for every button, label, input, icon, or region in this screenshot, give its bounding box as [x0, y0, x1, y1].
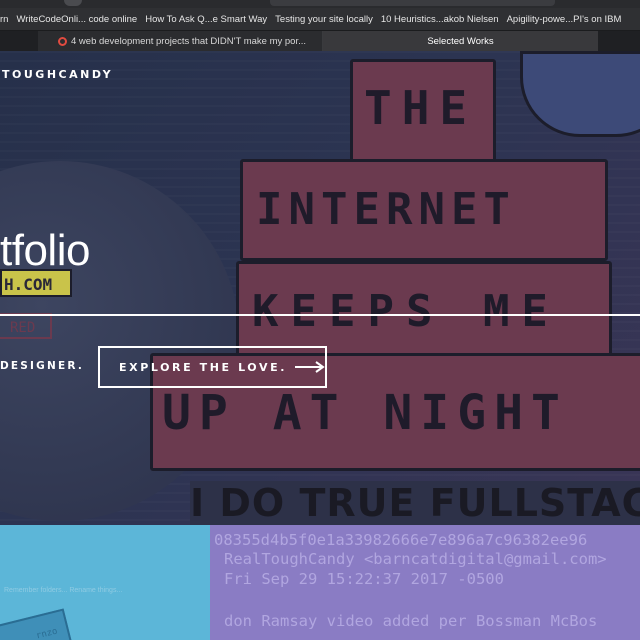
commit-hash: 08355d4b5f0e1a33982666e7e896a7c96382ee96 — [214, 531, 588, 549]
tile-caption: Remember folders... Rename things... — [4, 587, 123, 594]
commit-message: don Ramsay video added per Bossman McBos — [224, 612, 598, 630]
tab-title: Selected Works — [427, 35, 494, 47]
bookmark-item[interactable]: WriteCodeOnli... code online — [16, 14, 145, 25]
tab-selected-works[interactable]: Selected Works — [323, 31, 598, 51]
address-bar[interactable] — [270, 0, 555, 6]
sticker-text-the: THE — [364, 81, 478, 135]
sticker-text-internet: INTERNET — [256, 184, 516, 235]
red-sticker: RED — [0, 313, 52, 339]
tab-web-dev-projects[interactable]: 4 web development projects that DIDN'T m… — [38, 31, 323, 51]
commit-author: RealToughCandy <barncatdigital@gmail.com… — [224, 550, 607, 568]
bookmark-item[interactable]: Apigility-powe...PI's on IBM — [507, 14, 630, 25]
hero-subtitle: DESIGNER. — [0, 360, 85, 372]
hero-section: THE INTERNET KEEPS ME UP AT NIGHT H.COM … — [0, 51, 640, 525]
explore-button-label: EXPLORE THE LOVE. — [119, 360, 287, 374]
fullstack-banner-sticker: I DO TRUE FULLSTACK — [190, 481, 640, 525]
arrow-right-icon — [294, 361, 325, 373]
browser-toolbar — [0, 0, 640, 8]
sticker-text-night: UP AT NIGHT — [162, 385, 568, 441]
youtube-favicon-icon — [58, 36, 67, 46]
explore-button[interactable]: EXPLORE THE LOVE. — [98, 346, 327, 388]
site-brand-logo[interactable]: TOUGHCANDY — [2, 68, 113, 81]
bookmarks-bar: rn WriteCodeOnli... code online How To A… — [0, 8, 640, 31]
sticker-text-keeps: KEEPS ME — [252, 286, 560, 337]
toolbar-button[interactable] — [64, 0, 82, 6]
tab-title: 4 web development projects that DIDN'T m… — [71, 35, 307, 47]
page-title: tfolio — [0, 226, 90, 275]
bookmark-item[interactable]: rn — [0, 14, 16, 25]
bookmark-item[interactable]: Testing your site locally — [275, 14, 381, 25]
project-tile-left[interactable]: Remember folders... Rename things... rnz… — [0, 525, 210, 640]
project-tile-right[interactable]: 08355d4b5f0e1a33982666e7e896a7c96382ee96… — [210, 525, 640, 640]
commit-date: Fri Sep 29 15:22:37 2017 -0500 — [224, 570, 504, 588]
hero-divider — [0, 314, 640, 316]
bookmark-item[interactable]: How To Ask Q...e Smart Way — [145, 14, 275, 25]
bookmark-item[interactable]: 10 Heuristics...akob Nielsen — [381, 14, 507, 25]
tab-strip: 4 web development projects that DIDN'T m… — [0, 31, 640, 51]
